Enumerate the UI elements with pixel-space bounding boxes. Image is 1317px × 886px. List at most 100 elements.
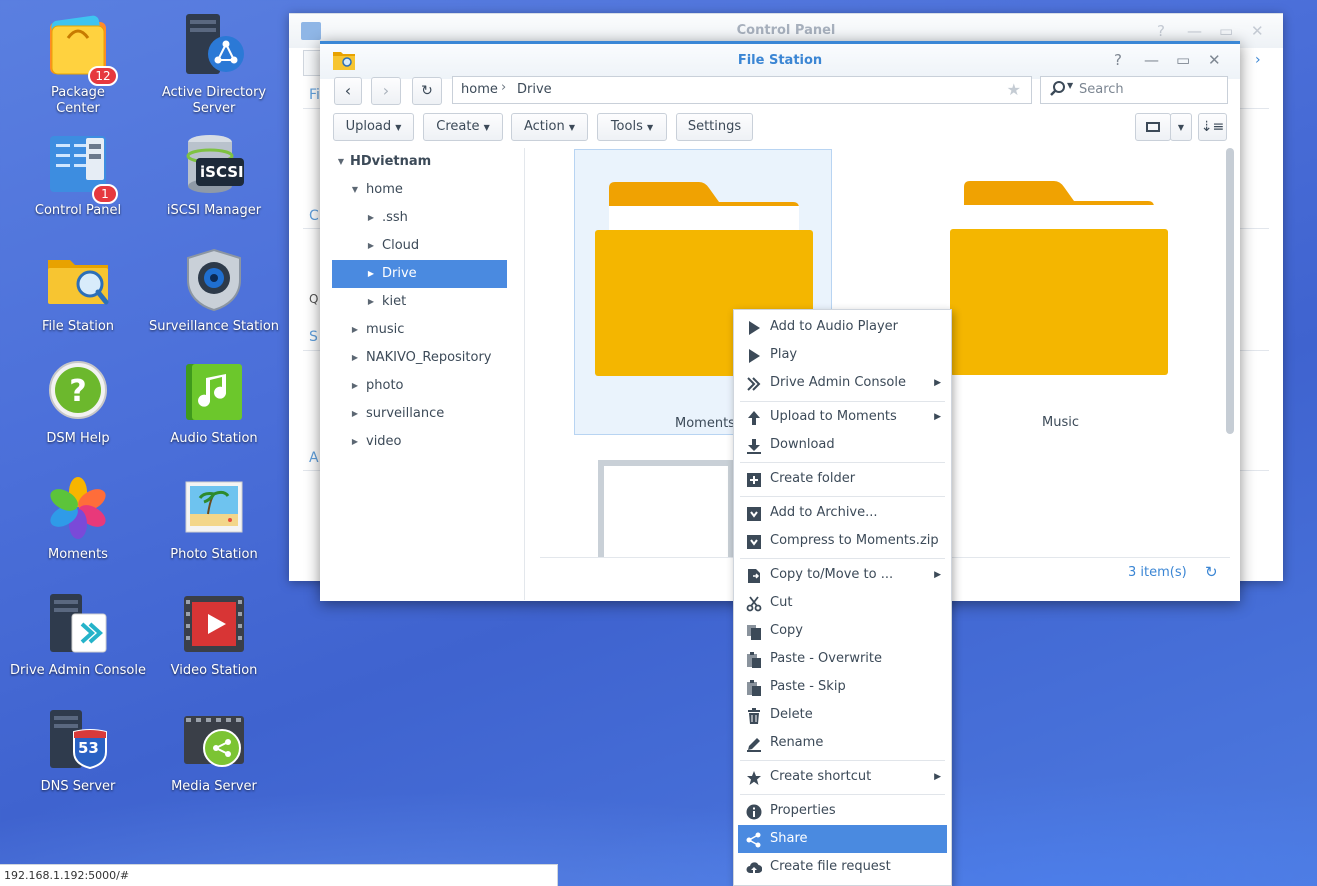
menu-item-copy-move-to[interactable]: Copy to/Move to ... ▶ bbox=[738, 561, 947, 589]
tools-button[interactable]: Tools ▼ bbox=[597, 113, 667, 141]
menu-item-add-to-archive[interactable]: Add to Archive... bbox=[738, 499, 947, 527]
file-tile-partial[interactable] bbox=[598, 460, 734, 558]
desktop-icon-iscsi-manager[interactable]: iSCSI iSCSI Manager bbox=[146, 132, 282, 219]
view-mode-button[interactable] bbox=[1135, 113, 1171, 141]
menu-item-compress[interactable]: Compress to Moments.zip bbox=[738, 527, 947, 555]
archive-icon bbox=[746, 505, 762, 521]
search-box[interactable]: ▼ Search bbox=[1040, 76, 1228, 104]
tree-label: photo bbox=[366, 378, 404, 393]
search-input[interactable]: Search bbox=[1079, 82, 1124, 97]
create-button[interactable]: Create ▼ bbox=[423, 113, 503, 141]
menu-item-play[interactable]: Play bbox=[738, 341, 947, 369]
menu-item-paste-skip[interactable]: Paste - Skip bbox=[738, 673, 947, 701]
desktop-icon-moments[interactable]: Moments bbox=[10, 476, 146, 563]
menu-separator bbox=[740, 401, 945, 402]
menu-label: Rename bbox=[770, 735, 824, 750]
paste-icon bbox=[746, 679, 762, 696]
control-panel-next-icon[interactable]: › bbox=[1255, 52, 1261, 68]
compress-icon bbox=[746, 533, 762, 549]
tree-item-hdvietnam[interactable]: ▼ HDvietnam bbox=[332, 148, 522, 176]
desktop-icon-control-panel[interactable]: 1 Control Panel bbox=[10, 132, 146, 219]
dsm-help-label: DSM Help bbox=[46, 431, 110, 446]
settings-button[interactable]: Settings bbox=[676, 113, 753, 141]
view-mode-dropdown[interactable]: ▼ bbox=[1170, 113, 1192, 141]
search-dropdown-icon[interactable]: ▼ bbox=[1067, 81, 1073, 90]
content-scrollbar[interactable] bbox=[1226, 148, 1234, 434]
file-station-close-icon[interactable]: ✕ bbox=[1208, 51, 1221, 69]
menu-item-download[interactable]: Download bbox=[738, 431, 947, 459]
menu-item-upload-to-moments[interactable]: Upload to Moments ▶ bbox=[738, 403, 947, 431]
control-panel-minimize-icon[interactable]: — bbox=[1187, 22, 1202, 40]
menu-label: Delete bbox=[770, 707, 813, 722]
upload-button[interactable]: Upload ▼ bbox=[333, 113, 414, 141]
sort-button[interactable]: ⇣≡ bbox=[1198, 113, 1227, 141]
file-station-label: File Station bbox=[41, 319, 115, 334]
breadcrumb-drive[interactable]: Drive bbox=[517, 82, 552, 97]
breadcrumb-home[interactable]: home bbox=[461, 82, 498, 97]
tree-item-kiet[interactable]: ▶ kiet bbox=[332, 288, 522, 316]
menu-item-copy[interactable]: Copy bbox=[738, 617, 947, 645]
menu-item-drive-admin-console[interactable]: Drive Admin Console ▶ bbox=[738, 369, 947, 397]
desktop-icon-dsm-help[interactable]: ? DSM Help bbox=[10, 360, 146, 447]
tree-item-home[interactable]: ▼ home bbox=[332, 176, 522, 204]
file-station-titlebar[interactable]: File Station ? — ▭ ✕ bbox=[320, 41, 1240, 79]
tree-item-nakivo[interactable]: ▶ NAKIVO_Repository bbox=[332, 344, 522, 372]
desktop-icon-surveillance-station[interactable]: Surveillance Station bbox=[146, 248, 282, 335]
folder-tile-music[interactable]: Music bbox=[930, 149, 1188, 435]
desktop-icon-audio-station[interactable]: Audio Station bbox=[146, 360, 282, 447]
context-menu[interactable]: Add to Audio Player Play Drive Admin Con… bbox=[733, 309, 952, 886]
control-panel-section-letter: Fi bbox=[309, 87, 320, 103]
desktop-icon-active-directory[interactable]: Active Directory Server bbox=[146, 14, 282, 117]
menu-separator bbox=[740, 760, 945, 761]
menu-item-create-folder[interactable]: Create folder bbox=[738, 465, 947, 493]
folder-tree[interactable]: ▼ HDvietnam ▼ home ▶ .ssh ▶ Cloud ▶ Driv… bbox=[332, 148, 522, 456]
menu-item-create-file-request[interactable]: Create file request bbox=[738, 853, 947, 881]
desktop-icon-file-station[interactable]: File Station bbox=[10, 248, 146, 335]
action-button[interactable]: Action ▼ bbox=[511, 113, 588, 141]
menu-label: Properties bbox=[770, 803, 836, 818]
menu-item-create-shortcut[interactable]: Create shortcut ▶ bbox=[738, 763, 947, 791]
status-refresh-icon[interactable]: ↻ bbox=[1205, 563, 1218, 581]
file-station-maximize-icon[interactable]: ▭ bbox=[1176, 51, 1190, 69]
desktop-icon-video-station[interactable]: Video Station bbox=[146, 592, 282, 679]
back-button[interactable]: ‹ bbox=[334, 77, 362, 105]
tree-item-photo[interactable]: ▶ photo bbox=[332, 372, 522, 400]
iscsi-label: iSCSI Manager bbox=[166, 203, 262, 218]
caret-right-icon: ▶ bbox=[367, 213, 375, 222]
pane-divider[interactable] bbox=[524, 148, 525, 600]
star-icon[interactable]: ★ bbox=[1007, 80, 1021, 99]
refresh-button[interactable]: ↻ bbox=[412, 77, 442, 105]
menu-item-rename[interactable]: Rename bbox=[738, 729, 947, 757]
tree-item-video[interactable]: ▶ video bbox=[332, 428, 522, 456]
desktop-icon-drive-admin-console[interactable]: Drive Admin Console bbox=[10, 592, 146, 679]
control-panel-close-icon[interactable]: ✕ bbox=[1251, 22, 1264, 40]
audio-station-label: Audio Station bbox=[170, 431, 258, 446]
drive-admin-icon bbox=[46, 592, 110, 656]
control-panel-help-icon[interactable]: ? bbox=[1157, 22, 1165, 40]
menu-item-add-to-audio-player[interactable]: Add to Audio Player bbox=[738, 313, 947, 341]
submenu-arrow-icon: ▶ bbox=[934, 412, 941, 422]
tree-item-drive[interactable]: ▶ Drive bbox=[332, 260, 507, 288]
tree-item-ssh[interactable]: ▶ .ssh bbox=[332, 204, 522, 232]
copy-icon bbox=[746, 623, 762, 640]
menu-item-paste-overwrite[interactable]: Paste - Overwrite bbox=[738, 645, 947, 673]
tree-item-cloud[interactable]: ▶ Cloud bbox=[332, 232, 522, 260]
file-station-help-icon[interactable]: ? bbox=[1114, 51, 1122, 69]
tree-item-music[interactable]: ▶ music bbox=[332, 316, 522, 344]
address-bar[interactable]: home › Drive ★ bbox=[452, 76, 1032, 104]
desktop-icon-dns-server[interactable]: 53 DNS Server bbox=[10, 708, 146, 795]
submenu-arrow-icon: ▶ bbox=[934, 570, 941, 580]
caret-down-icon: ▼ bbox=[1177, 123, 1185, 132]
forward-button[interactable]: › bbox=[371, 77, 401, 105]
caret-down-icon: ▼ bbox=[337, 157, 345, 166]
menu-item-share[interactable]: Share bbox=[738, 825, 947, 853]
tree-item-surveillance[interactable]: ▶ surveillance bbox=[332, 400, 522, 428]
desktop-icon-package-center[interactable]: 12 Package Center bbox=[10, 14, 146, 117]
desktop-icon-photo-station[interactable]: Photo Station bbox=[146, 476, 282, 563]
menu-item-properties[interactable]: Properties bbox=[738, 797, 947, 825]
menu-item-delete[interactable]: Delete bbox=[738, 701, 947, 729]
menu-item-cut[interactable]: Cut bbox=[738, 589, 947, 617]
file-station-minimize-icon[interactable]: — bbox=[1144, 51, 1159, 69]
control-panel-maximize-icon[interactable]: ▭ bbox=[1219, 22, 1233, 40]
desktop-icon-media-server[interactable]: Media Server bbox=[146, 708, 282, 795]
